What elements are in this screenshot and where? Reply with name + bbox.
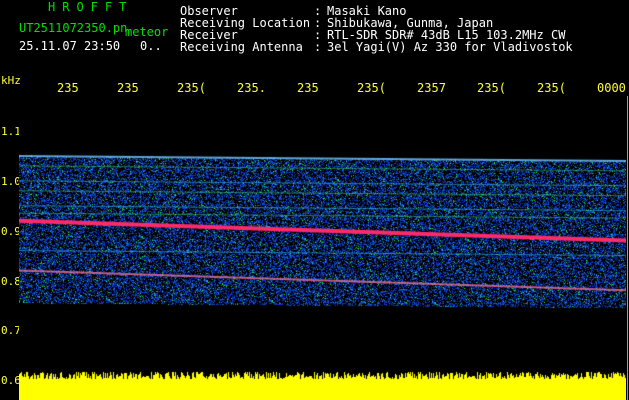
spectrogram-plot — [19, 96, 626, 400]
y-axis-unit: kHz — [1, 74, 21, 87]
app-brand: HROFFT — [48, 0, 134, 14]
y-tick-label: 0.7 — [1, 324, 21, 337]
x-tick-label: 235( — [357, 81, 386, 95]
counter-label: 0.. — [140, 39, 162, 53]
mode-label: meteor — [125, 25, 169, 39]
x-tick-label: 235( — [177, 81, 206, 95]
y-tick-label: 0.6 — [1, 374, 21, 387]
x-tick-label: 235 — [297, 81, 319, 95]
x-tick-label: 235 — [117, 81, 139, 95]
filename-label: UT2511072350.pn — [19, 21, 128, 35]
x-tick-label: 2357 — [417, 81, 446, 95]
info-sep-antenna: : — [314, 40, 322, 54]
y-tick-label: 0.9 — [1, 225, 21, 238]
right-axis-line — [627, 96, 628, 400]
info-label-antenna: Receiving Antenna — [180, 40, 303, 54]
y-tick-label: 1.0 — [1, 175, 21, 188]
y-tick-label: 1.1 — [1, 125, 21, 138]
x-tick-label: 235( — [477, 81, 506, 95]
y-tick-label: 0.8 — [1, 275, 21, 288]
x-tick-label: 0000 — [597, 81, 626, 95]
info-value-antenna: 3el Yagi(V) Az 330 for Vladivostok — [327, 40, 573, 54]
x-tick-label: 235. — [237, 81, 266, 95]
datetime-label: 25.11.07 23:50 — [19, 39, 121, 53]
x-tick-label: 235 — [57, 81, 79, 95]
x-tick-label: 235( — [537, 81, 566, 95]
